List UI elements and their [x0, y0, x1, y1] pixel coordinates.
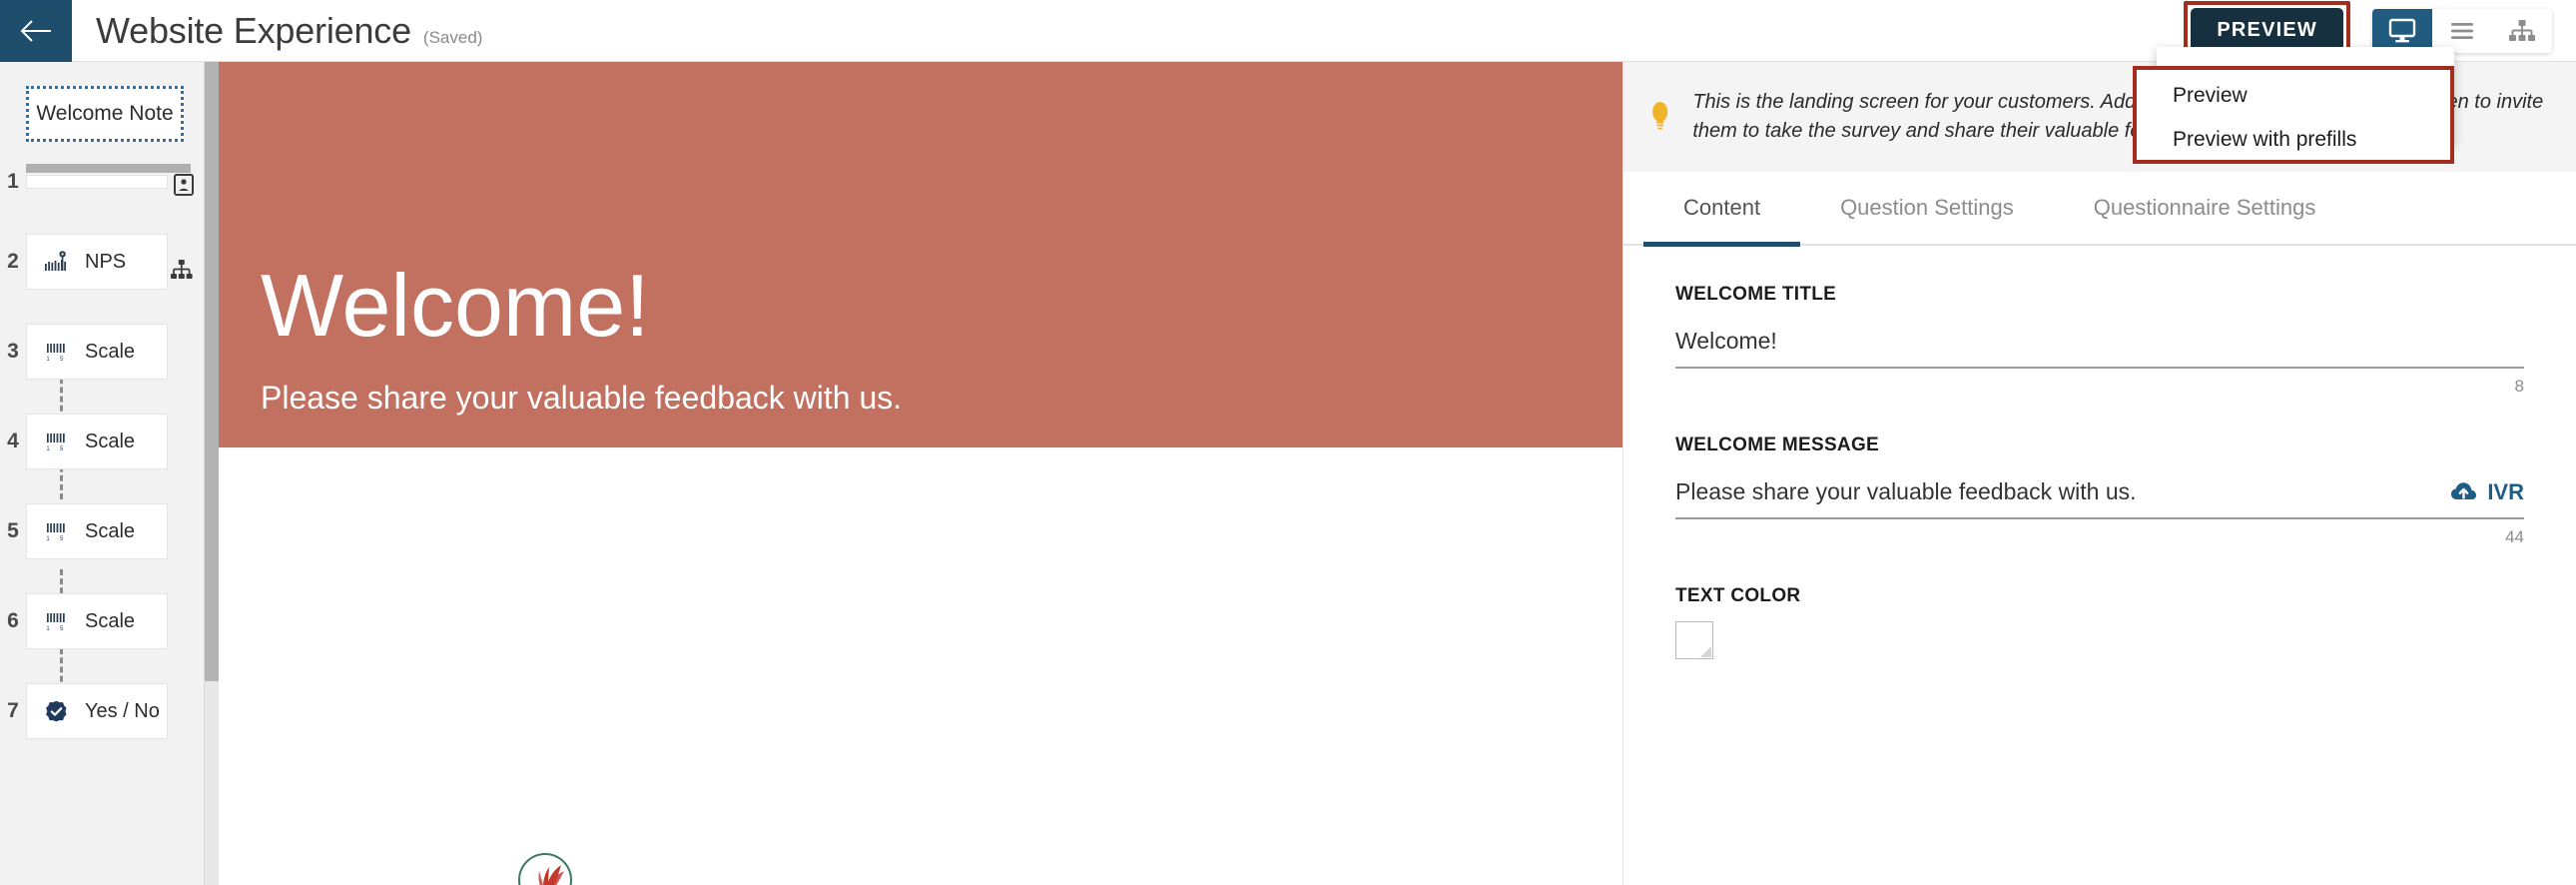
saved-status: (Saved): [422, 27, 483, 47]
svg-text:5: 5: [60, 536, 64, 542]
acme-leaf-logo-icon: [518, 853, 572, 885]
row-number: 3: [7, 340, 19, 363]
sidebar-item-nps[interactable]: NPS: [26, 234, 168, 290]
sidebar-item-scale-3[interactable]: 1 5 Scale: [26, 324, 168, 380]
welcome-message-input[interactable]: Please share your valuable feedback with…: [1675, 478, 2524, 519]
svg-text:5: 5: [60, 626, 64, 632]
list-menu-button[interactable]: [2432, 8, 2492, 53]
menu-item-preview[interactable]: Preview: [2137, 70, 2450, 118]
welcome-message-value: Please share your valuable feedback with…: [1675, 478, 2137, 504]
scale-icon: 1 5: [46, 613, 65, 632]
welcome-message-field-group: WELCOME MESSAGE Please share your valuab…: [1623, 435, 2576, 547]
canvas-scrollbar-thumb[interactable]: [205, 62, 219, 681]
list-item[interactable]: 1: [0, 164, 204, 200]
sidebar-item-yes-no[interactable]: Yes / No: [26, 683, 168, 739]
list-item[interactable]: 2 NPS: [0, 234, 204, 290]
list-item[interactable]: 5 1 5 Scale: [0, 503, 204, 559]
brand-logo: ACME Demo: [500, 851, 590, 885]
tab-content[interactable]: Content: [1643, 171, 1801, 247]
ivr-label: IVR: [2487, 479, 2524, 504]
checkmark-badge-icon: [46, 700, 67, 722]
view-mode-icon-group: [2372, 8, 2552, 53]
welcome-message-char-count: 44: [2505, 527, 2524, 546]
sidebar-item-label: NPS: [85, 250, 127, 273]
ivr-upload-button[interactable]: IVR: [2450, 479, 2524, 505]
welcome-title-field-group: WELCOME TITLE Welcome! 8: [1623, 284, 2576, 397]
welcome-title-value: Welcome!: [1675, 328, 1777, 354]
list-item[interactable]: 7 Yes / No: [0, 683, 204, 739]
sitemap-button[interactable]: [2492, 8, 2552, 53]
placeholder-bar[interactable]: [26, 175, 168, 189]
properties-panel: This is the landing screen for your cust…: [1622, 62, 2576, 885]
sidebar-item-label: Scale: [85, 609, 136, 632]
row-number: 5: [7, 519, 19, 542]
preview-dropdown-menu: Preview Preview with prefills: [2133, 66, 2454, 164]
welcome-hero-banner: Welcome! Please share your valuable feed…: [219, 62, 1622, 447]
welcome-message-label: WELCOME MESSAGE: [1675, 435, 1880, 455]
row-number: 1: [7, 170, 19, 193]
svg-text:5: 5: [60, 446, 64, 452]
text-color-field-group: TEXT COLOR: [1623, 585, 2576, 659]
back-arrow-icon: [20, 19, 51, 42]
hero-title: Welcome!: [261, 256, 650, 355]
sidebar-item-label: Yes / No: [85, 699, 160, 722]
row-number: 2: [7, 250, 19, 273]
page-title: Website Experience: [96, 9, 411, 51]
list-item[interactable]: 6 1 5 Scale: [0, 593, 204, 649]
row-number: 6: [7, 609, 19, 632]
tab-question-settings[interactable]: Question Settings: [1800, 171, 2054, 245]
question-sidebar: Welcome Note 1 2 NPS 3 1 5 Scale 4 1 5 S…: [0, 62, 205, 885]
scale-icon: 1 5: [46, 523, 65, 542]
scale-icon: 1 5: [46, 344, 65, 363]
panel-tabs: Content Question Settings Questionnaire …: [1623, 171, 2576, 247]
welcome-title-char-count: 8: [2514, 377, 2524, 396]
welcome-title-input[interactable]: Welcome!: [1675, 328, 2524, 369]
cloud-upload-icon: [2451, 482, 2477, 499]
welcome-note-label: Welcome Note: [36, 102, 174, 125]
svg-text:1: 1: [46, 626, 50, 632]
list-item[interactable]: 3 1 5 Scale: [0, 324, 204, 380]
sidebar-item-label: Scale: [85, 340, 136, 363]
svg-text:5: 5: [60, 357, 64, 363]
progress-bar-indicator: [26, 164, 191, 173]
row-number: 4: [7, 430, 19, 452]
lightbulb-icon: [1652, 101, 1668, 130]
preview-canvas: Welcome! Please share your valuable feed…: [205, 62, 1622, 885]
title-wrap: Website Experience (Saved): [96, 10, 482, 52]
text-color-swatch[interactable]: [1675, 621, 1713, 659]
desktop-monitor-icon: [2388, 18, 2416, 42]
sidebar-item-welcome-note[interactable]: Welcome Note: [26, 86, 184, 142]
nps-bars-icon: [45, 251, 66, 271]
sidebar-item-scale-4[interactable]: 1 5 Scale: [26, 414, 168, 469]
svg-text:1: 1: [46, 357, 50, 363]
sidebar-item-scale-6[interactable]: 1 5 Scale: [26, 593, 168, 649]
welcome-title-label: WELCOME TITLE: [1675, 284, 1837, 305]
svg-text:1: 1: [46, 446, 50, 452]
list-item[interactable]: 4 1 5 Scale: [0, 414, 204, 469]
hamburger-menu-icon: [2451, 22, 2473, 39]
row-number: 7: [7, 699, 19, 722]
canvas-scrollbar-track[interactable]: [205, 62, 219, 885]
sidebar-item-label: Scale: [85, 519, 136, 542]
text-color-label: TEXT COLOR: [1675, 585, 1801, 606]
svg-text:1: 1: [46, 536, 50, 542]
desktop-view-button[interactable]: [2372, 8, 2432, 53]
menu-item-preview-with-prefills[interactable]: Preview with prefills: [2137, 118, 2450, 162]
hero-subtitle: Please share your valuable feedback with…: [261, 380, 903, 416]
sitemap-hierarchy-icon: [2509, 19, 2535, 41]
back-button[interactable]: [0, 0, 72, 62]
tab-questionnaire-settings[interactable]: Questionnaire Settings: [2054, 171, 2356, 245]
scale-icon: 1 5: [46, 434, 65, 452]
sidebar-item-label: Scale: [85, 430, 136, 452]
sidebar-item-scale-5[interactable]: 1 5 Scale: [26, 503, 168, 559]
